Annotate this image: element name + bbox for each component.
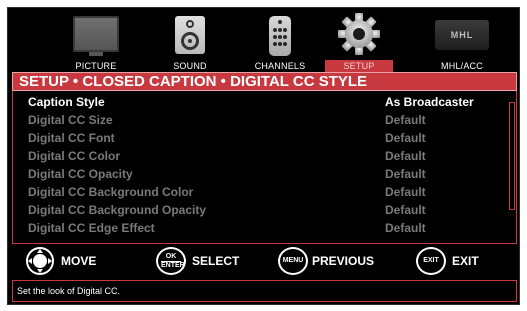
button-legend: MOVE OK ENTER SELECT MENU PREVIOUS EXIT …	[8, 246, 519, 276]
help-text-box: Set the look of Digital CC.	[12, 280, 517, 302]
tv-icon	[73, 16, 119, 56]
move-label: MOVE	[61, 254, 97, 268]
mhl-icon: MHL	[435, 20, 489, 50]
menu-item-sound[interactable]: SOUND	[150, 8, 230, 74]
settings-row-cc-color[interactable]: Digital CC Color Default	[13, 148, 508, 165]
scrollbar[interactable]	[509, 102, 515, 210]
legend-select: OK ENTER SELECT	[156, 246, 266, 276]
settings-row-cc-background-opacity[interactable]: Digital CC Background Opacity Default	[13, 202, 508, 219]
setting-value: Default	[385, 221, 426, 235]
gear-icon	[338, 13, 380, 55]
menu-item-setup[interactable]: SETUP	[325, 8, 393, 74]
setting-name: Digital CC Size	[28, 113, 113, 127]
select-label: SELECT	[192, 254, 240, 268]
setting-name: Digital CC Color	[28, 149, 120, 163]
settings-row-cc-background-color[interactable]: Digital CC Background Color Default	[13, 184, 508, 201]
setting-value: Default	[385, 113, 426, 127]
ok-key-label: OK	[165, 253, 177, 260]
top-menu: PICTURE SOUND CHANNELS SETUP MHL MHL/ACC	[8, 8, 519, 74]
settings-list: Caption Style As Broadcaster Digital CC …	[12, 91, 517, 244]
speaker-icon	[175, 16, 205, 54]
legend-exit: EXIT EXIT	[416, 246, 506, 276]
settings-row-cc-edge-effect[interactable]: Digital CC Edge Effect Default	[13, 220, 508, 237]
setting-name: Caption Style	[28, 95, 105, 109]
exit-button-icon: EXIT	[416, 247, 446, 275]
setting-value: Default	[385, 167, 426, 181]
mhl-logo-text: MHL	[450, 30, 474, 40]
setting-name: Digital CC Opacity	[28, 167, 133, 181]
settings-row-caption-style[interactable]: Caption Style As Broadcaster	[13, 94, 508, 111]
breadcrumb-header: SETUP • CLOSED CAPTION • DIGITAL CC STYL…	[12, 72, 517, 91]
ok-enter-button-icon: OK ENTER	[156, 247, 186, 275]
setting-value: As Broadcaster	[385, 95, 474, 109]
setting-value: Default	[385, 149, 426, 163]
settings-row-cc-size[interactable]: Digital CC Size Default	[13, 112, 508, 129]
setting-name: Digital CC Font	[28, 131, 115, 145]
setting-value: Default	[385, 203, 426, 217]
menu-button-icon: MENU	[278, 247, 308, 275]
legend-previous: MENU PREVIOUS	[278, 246, 388, 276]
previous-label: PREVIOUS	[312, 254, 375, 268]
setting-value: Default	[385, 185, 426, 199]
settings-row-cc-font[interactable]: Digital CC Font Default	[13, 130, 508, 147]
tv-menu-screen: PICTURE SOUND CHANNELS SETUP MHL MHL/ACC…	[7, 7, 520, 305]
setting-name: Digital CC Edge Effect	[28, 221, 155, 235]
menu-item-picture[interactable]: PICTURE	[52, 8, 140, 74]
settings-row-cc-opacity[interactable]: Digital CC Opacity Default	[13, 166, 508, 183]
setting-value: Default	[385, 131, 426, 145]
dpad-icon	[26, 247, 54, 275]
enter-key-label: ENTER	[161, 261, 185, 269]
exit-label: EXIT	[452, 254, 479, 268]
legend-move: MOVE	[25, 246, 125, 276]
menu-item-mhl-acc[interactable]: MHL MHL/ACC	[412, 8, 512, 74]
setting-name: Digital CC Background Color	[28, 185, 194, 199]
menu-item-channels[interactable]: CHANNELS	[236, 8, 324, 74]
remote-icon	[269, 16, 291, 56]
setting-name: Digital CC Background Opacity	[28, 203, 207, 217]
